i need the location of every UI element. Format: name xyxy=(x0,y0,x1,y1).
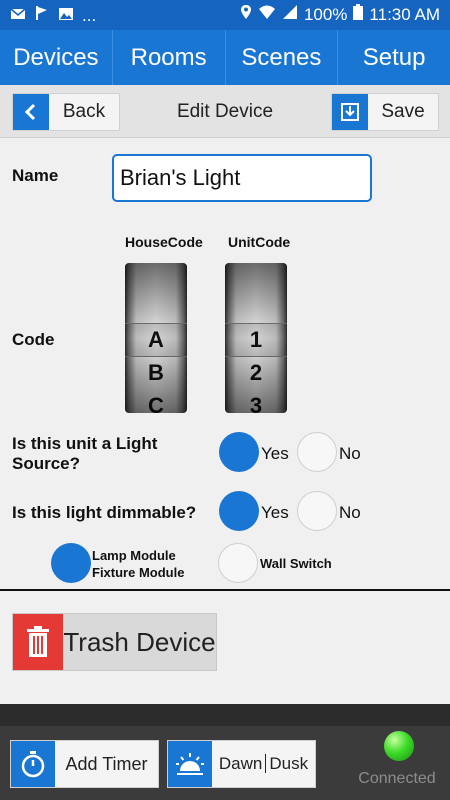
picker-item: 2 xyxy=(249,360,263,385)
add-timer-button[interactable]: Add Timer xyxy=(10,740,159,788)
lamp-module-label: Lamp Module Fixture Module xyxy=(92,547,184,581)
dimmable-question: Is this light dimmable? xyxy=(12,503,197,522)
trash-icon xyxy=(13,614,63,670)
main-nav: Devices Rooms Scenes Setup xyxy=(0,30,450,85)
picker-item: 3 xyxy=(249,393,263,413)
name-label: Name xyxy=(12,166,59,185)
housecode-picker[interactable]: A B C xyxy=(125,263,187,413)
connection-indicator-icon xyxy=(384,731,414,761)
picker-item: 1 xyxy=(249,327,263,352)
dimmable-no-label: No xyxy=(339,503,361,522)
save-label: Save xyxy=(381,101,425,122)
flag-icon xyxy=(34,5,50,26)
back-arrow-icon xyxy=(13,94,49,130)
edit-header: Back Edit Device Save xyxy=(0,85,450,138)
clock: 11:30 AM xyxy=(369,4,440,24)
more-notifications: ... xyxy=(82,5,97,25)
trash-device-button[interactable]: Trash Device xyxy=(12,613,217,671)
device-name-input[interactable] xyxy=(112,154,372,202)
stopwatch-icon xyxy=(11,741,55,787)
tab-scenes[interactable]: Scenes xyxy=(226,30,339,85)
add-timer-label: Add Timer xyxy=(65,753,148,774)
image-icon xyxy=(58,6,74,26)
status-bar: ... 100% 11:30 AM xyxy=(0,0,450,30)
unitcode-label: UnitCode xyxy=(228,234,291,250)
wall-switch-radio[interactable] xyxy=(218,543,258,583)
lamp-module-radio[interactable] xyxy=(51,543,91,583)
wall-switch-label: Wall Switch xyxy=(260,556,332,571)
picker-item: B xyxy=(148,360,164,385)
picker-item: C xyxy=(148,393,164,413)
dimmable-no-radio[interactable] xyxy=(297,491,337,531)
code-label: Code xyxy=(12,330,55,349)
mail-icon xyxy=(10,6,26,26)
light-source-question: Is this unit a Light Source? xyxy=(12,434,158,473)
picker-item: A xyxy=(148,327,164,352)
dawn-dusk-label: Dawn Dusk xyxy=(212,754,315,774)
tab-setup[interactable]: Setup xyxy=(338,30,450,85)
fixture-module-text: Fixture Module xyxy=(92,565,185,580)
battery-icon xyxy=(353,4,364,25)
location-icon xyxy=(240,4,252,25)
dimmable-yes-label: Yes xyxy=(261,503,289,522)
light-source-yes-radio[interactable] xyxy=(219,432,259,472)
unitcode-picker[interactable]: 1 2 3 xyxy=(225,263,287,413)
signal-icon xyxy=(282,4,298,25)
system-icons: 100% 11:30 AM xyxy=(240,4,440,25)
section-divider xyxy=(0,589,450,591)
back-label: Back xyxy=(62,101,106,122)
notification-icons: ... xyxy=(10,5,96,26)
dimmable-yes-radio[interactable] xyxy=(219,491,259,531)
tab-devices[interactable]: Devices xyxy=(0,30,113,85)
light-source-no-radio[interactable] xyxy=(297,432,337,472)
dawn-dusk-button[interactable]: Dawn Dusk xyxy=(167,740,316,788)
light-source-no-label: No xyxy=(339,444,361,463)
save-icon xyxy=(332,94,368,130)
housecode-label: HouseCode xyxy=(125,234,203,250)
battery-percent: 100% xyxy=(303,4,348,24)
page-title: Edit Device xyxy=(176,101,274,122)
dusk-label: Dusk xyxy=(269,754,309,773)
wifi-icon xyxy=(258,4,276,25)
lamp-module-text: Lamp Module xyxy=(92,548,176,563)
save-button[interactable]: Save xyxy=(331,93,439,131)
light-source-yes-label: Yes xyxy=(261,444,289,463)
trash-label: Trash Device xyxy=(63,626,216,657)
back-button[interactable]: Back xyxy=(12,93,120,131)
sunrise-icon xyxy=(168,741,212,787)
tab-rooms[interactable]: Rooms xyxy=(113,30,226,85)
connection-status: Connected xyxy=(358,770,436,787)
dawn-label: Dawn xyxy=(218,754,263,773)
